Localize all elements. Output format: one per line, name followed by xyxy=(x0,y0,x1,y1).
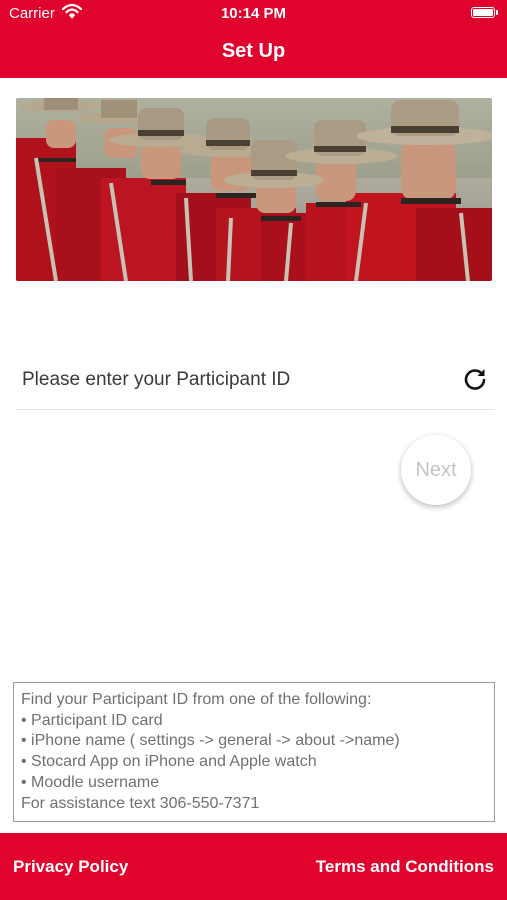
status-bar: Carrier 10:14 PM xyxy=(0,0,507,28)
banner-image xyxy=(16,98,492,281)
terms-and-conditions-link[interactable]: Terms and Conditions xyxy=(316,857,494,877)
help-line: Find your Participant ID from one of the… xyxy=(21,691,372,708)
footer-bar: Privacy Policy Terms and Conditions xyxy=(0,833,507,900)
help-line: • Stocard App on iPhone and Apple watch xyxy=(21,753,317,771)
help-line: • Participant ID card xyxy=(21,711,163,729)
participant-id-input[interactable] xyxy=(16,355,456,405)
help-line: • iPhone name ( settings -> general -> a… xyxy=(21,732,400,750)
refresh-icon[interactable] xyxy=(462,366,488,392)
navigation-bar: Set Up xyxy=(0,28,507,78)
battery-icon xyxy=(471,7,498,18)
clock: 10:14 PM xyxy=(220,5,287,22)
rcmp-officers-image xyxy=(16,98,492,281)
privacy-policy-link[interactable]: Privacy Policy xyxy=(13,857,128,877)
next-button[interactable]: Next xyxy=(401,435,471,505)
input-divider xyxy=(16,409,494,410)
help-line: For assistance text 306-550-7371 xyxy=(21,794,260,812)
help-line: • Moodle username xyxy=(21,773,160,791)
participant-id-help-box: Find your Participant ID from one of the… xyxy=(13,682,495,822)
page-title: Set Up xyxy=(221,40,286,62)
